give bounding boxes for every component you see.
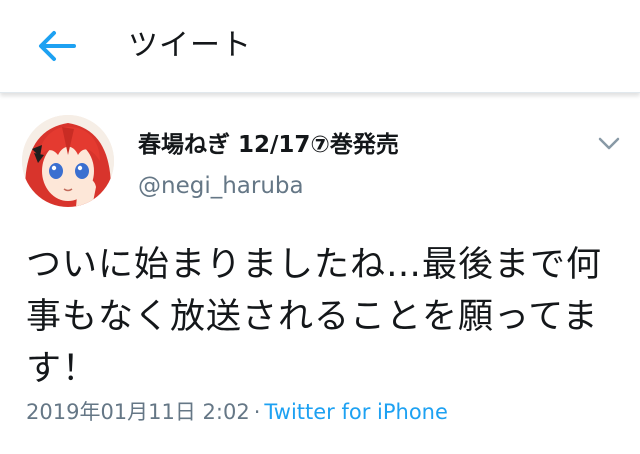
- tweet-meta: 2019年01月11日 2:02 · Twitter for iPhone: [26, 398, 448, 426]
- back-button[interactable]: [28, 22, 84, 70]
- avatar[interactable]: [22, 115, 114, 207]
- chevron-down-icon: [598, 137, 620, 150]
- app-header: ツイート: [0, 0, 640, 93]
- meta-separator: ·: [253, 400, 261, 424]
- author-handle[interactable]: @negi_haruba: [138, 171, 304, 201]
- author-name[interactable]: 春場ねぎ 12/17⑦巻発売: [138, 130, 399, 160]
- page-title: ツイート: [128, 28, 252, 63]
- tweet-options-button[interactable]: [592, 129, 626, 159]
- tweet: 春場ねぎ 12/17⑦巻発売 @negi_haruba ついに始まりましたね…最…: [0, 93, 640, 454]
- timestamp[interactable]: 2019年01月11日 2:02: [26, 400, 250, 424]
- tweet-detail-screen: ツイート 春場ねぎ 12/17⑦巻発売 @negi_haruba ついに始まりま…: [0, 0, 640, 454]
- arrow-left-icon: [39, 31, 76, 61]
- tweet-text: ついに始まりましたね…最後まで何事もなく放送されることを願ってます！: [26, 245, 603, 389]
- source-link[interactable]: Twitter for iPhone: [264, 400, 448, 424]
- avatar-image: [22, 115, 114, 207]
